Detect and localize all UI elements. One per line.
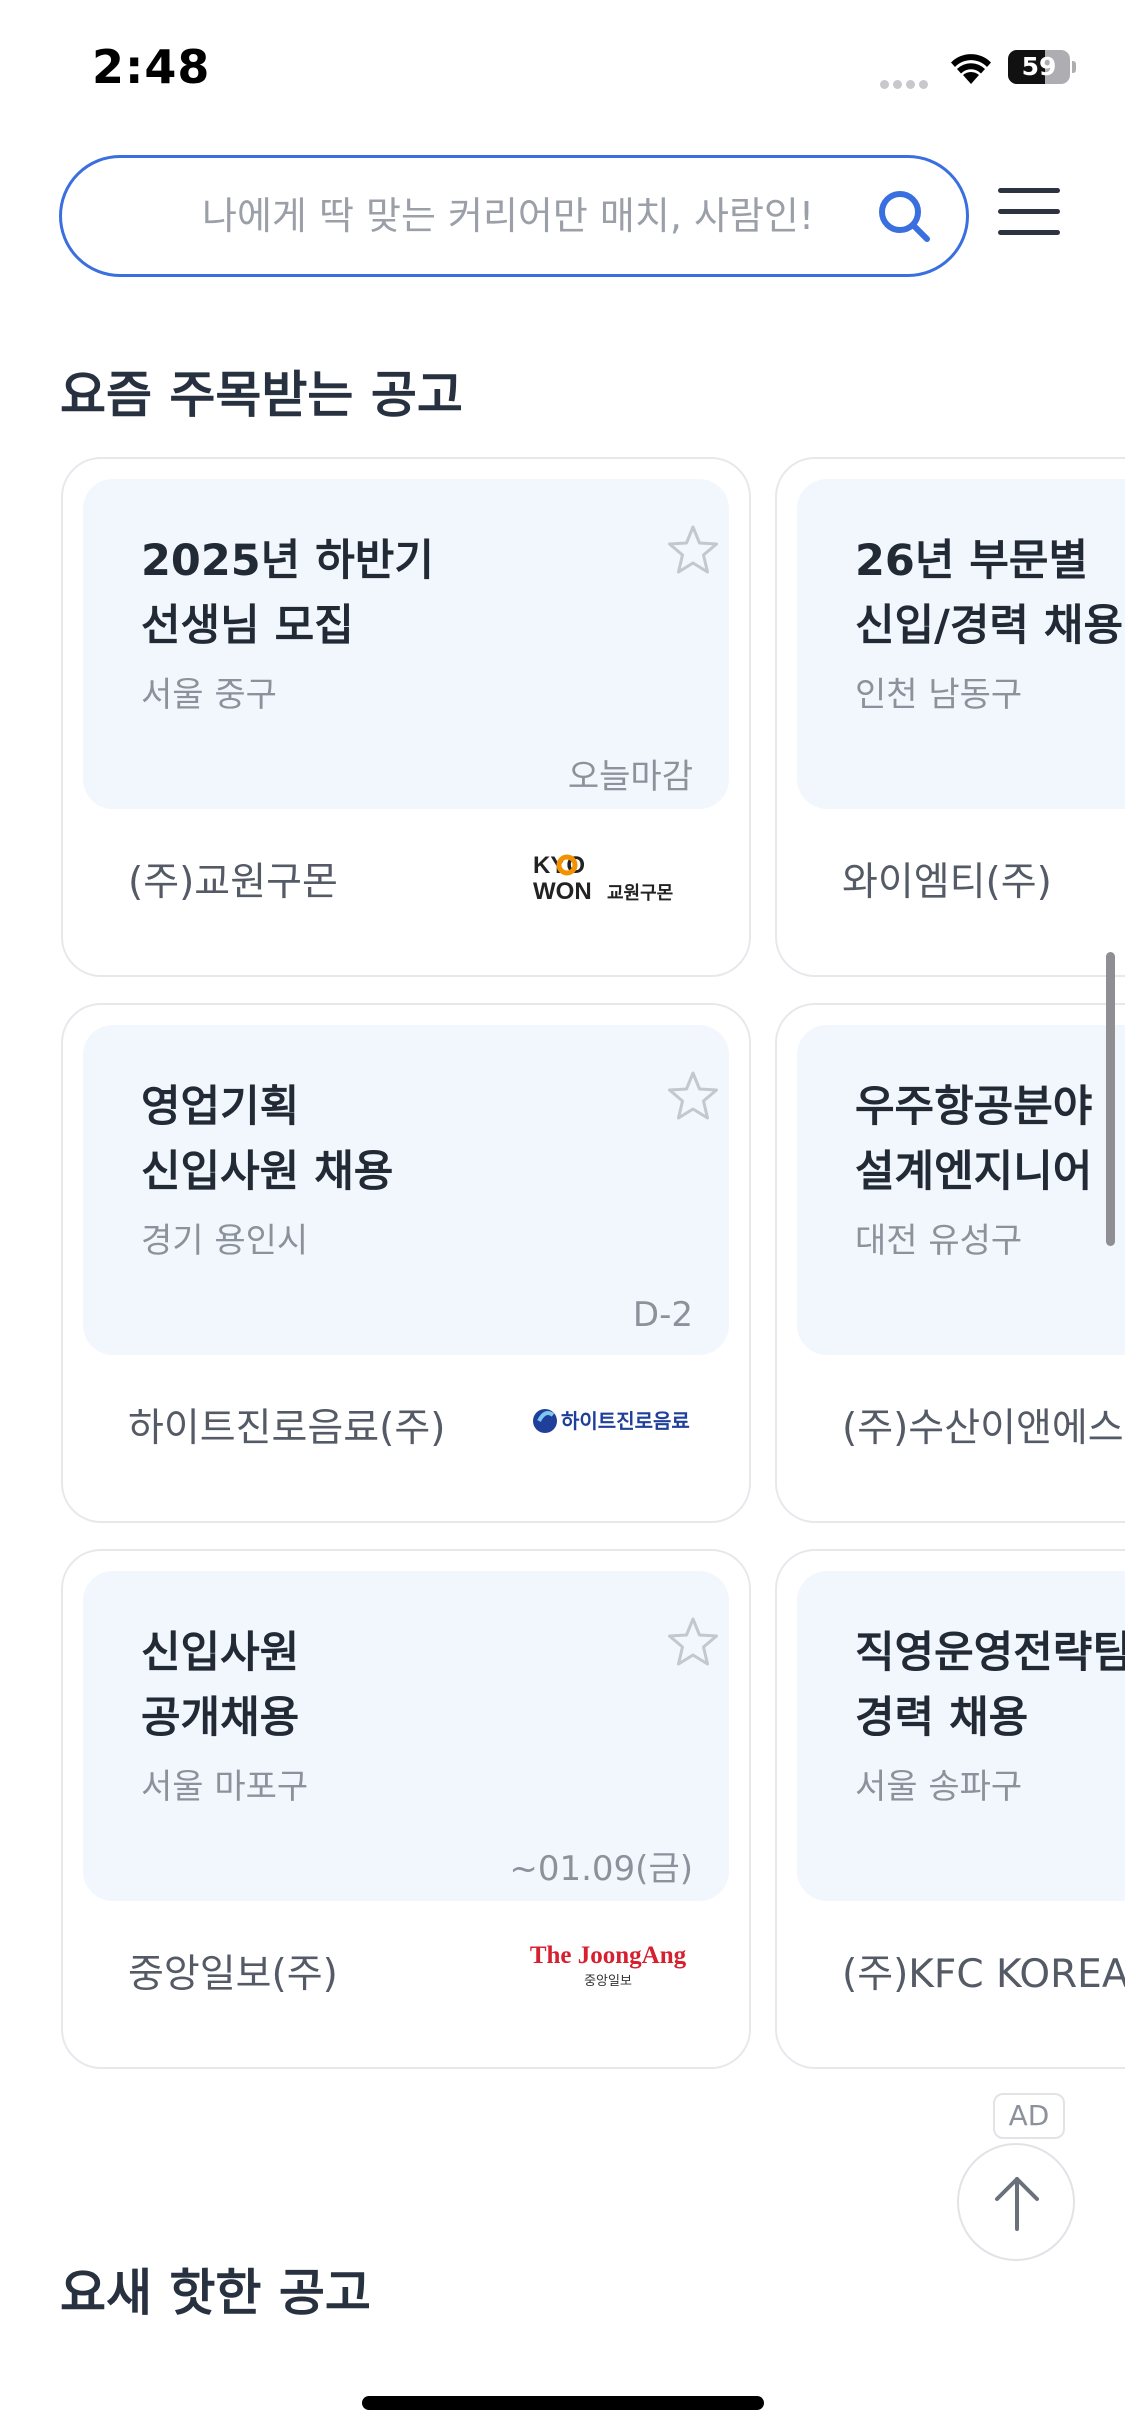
search-input[interactable]: 나에게 딱 맞는 커리어만 매치, 사람인! (59, 155, 969, 277)
job-deadline: ~01.09(금) (509, 1849, 693, 1889)
star-icon[interactable] (665, 523, 721, 579)
svg-text:교원구몬: 교원구몬 (607, 883, 673, 904)
job-title: 신입사원 공개채용 (141, 1628, 300, 1743)
company-name: 하이트진로음료(주) (128, 1406, 446, 1451)
company-name: (주)교원구몬 (128, 860, 338, 905)
job-title: 2025년 하반기 선생님 모집 (141, 536, 434, 651)
hamburger-menu-icon[interactable] (998, 188, 1060, 238)
wifi-icon (951, 54, 991, 84)
company-name: (주)KFC KOREA (842, 1952, 1125, 1997)
scroll-to-top-button[interactable] (957, 2143, 1075, 2261)
svg-text:하이트진로음료: 하이트진로음료 (561, 1409, 690, 1433)
svg-text:중앙일보: 중앙일보 (584, 1974, 632, 1989)
arrow-up-icon (995, 2177, 1039, 2231)
job-title: 우주항공분야 설계엔지니어 (855, 1082, 1093, 1197)
job-location: 인천 남동구 (855, 675, 1023, 715)
job-title: 직영운영전략팀 경력 채용 (855, 1628, 1125, 1743)
screen: 2:48 59 나에게 딱 맞는 커리어만 매치, 사람인! 요즘 주목받는 공… (0, 0, 1125, 2436)
svg-text:WON: WON (533, 878, 592, 905)
star-icon[interactable] (665, 1615, 721, 1671)
star-icon[interactable] (665, 1069, 721, 1125)
status-bar: 2:48 59 (0, 0, 1125, 140)
section-title-trending: 요즘 주목받는 공고 (60, 366, 463, 424)
job-card[interactable]: 우주항공분야 설계엔지니어 대전 유성구 (주)수산이앤에스 (775, 1003, 1125, 1523)
cellular-signal-icon (880, 74, 934, 89)
job-card[interactable]: 신입사원 공개채용 서울 마포구 ~01.09(금) 중앙일보(주) The Jo… (61, 1549, 751, 2069)
job-location: 서울 마포구 (141, 1767, 309, 1807)
battery-percent: 59 (1021, 52, 1057, 81)
job-card-header: 직영운영전략팀 경력 채용 서울 송파구 (797, 1571, 1125, 1901)
job-card[interactable]: 2025년 하반기 선생님 모집 서울 중구 오늘마감 (주)교원구몬 KYO W… (61, 457, 751, 977)
job-card[interactable]: 영업기획 신입사원 채용 경기 용인시 D-2 하이트진로음료(주) 하이트진로음… (61, 1003, 751, 1523)
battery-icon: 59 (1008, 50, 1076, 84)
search-placeholder: 나에게 딱 맞는 커리어만 매치, 사람인! (202, 194, 815, 238)
section-title-hot: 요새 핫한 공고 (60, 2264, 371, 2322)
job-title: 영업기획 신입사원 채용 (141, 1082, 394, 1197)
status-time: 2:48 (92, 40, 211, 94)
search-icon[interactable] (874, 186, 934, 246)
job-card[interactable]: 직영운영전략팀 경력 채용 서울 송파구 (주)KFC KOREA (775, 1549, 1125, 2069)
company-name: (주)수산이앤에스 (842, 1406, 1124, 1451)
job-card-header: 26년 부문별 신입/경력 채용 인천 남동구 (797, 479, 1125, 809)
joongang-logo: The JoongAng 중앙일보 (530, 1942, 687, 1989)
job-card-header: 신입사원 공개채용 서울 마포구 ~01.09(금) (83, 1571, 729, 1901)
job-card[interactable]: 26년 부문별 신입/경력 채용 인천 남동구 와이엠티(주) (775, 457, 1125, 977)
hitejinro-logo: 하이트진로음료 (533, 1409, 690, 1433)
job-location: 서울 송파구 (855, 1767, 1023, 1807)
kyowon-logo: KYO WON 교원구몬 (533, 852, 673, 905)
job-location: 경기 용인시 (141, 1221, 309, 1261)
job-card-header: 영업기획 신입사원 채용 경기 용인시 D-2 (83, 1025, 729, 1355)
scrollbar[interactable] (1106, 952, 1115, 1246)
job-card-header: 2025년 하반기 선생님 모집 서울 중구 오늘마감 (83, 479, 729, 809)
company-name: 중앙일보(주) (128, 1952, 338, 1997)
company-name: 와이엠티(주) (842, 860, 1052, 905)
job-card-header: 우주항공분야 설계엔지니어 대전 유성구 (797, 1025, 1125, 1355)
job-location: 대전 유성구 (855, 1221, 1023, 1261)
job-title: 26년 부문별 신입/경력 채용 (855, 536, 1124, 651)
job-location: 서울 중구 (141, 675, 277, 715)
job-deadline: D-2 (632, 1295, 693, 1335)
home-indicator[interactable] (362, 2396, 764, 2410)
svg-text:The JoongAng: The JoongAng (530, 1942, 687, 1969)
job-deadline: 오늘마감 (567, 757, 693, 797)
ad-badge[interactable]: AD (993, 2093, 1065, 2139)
